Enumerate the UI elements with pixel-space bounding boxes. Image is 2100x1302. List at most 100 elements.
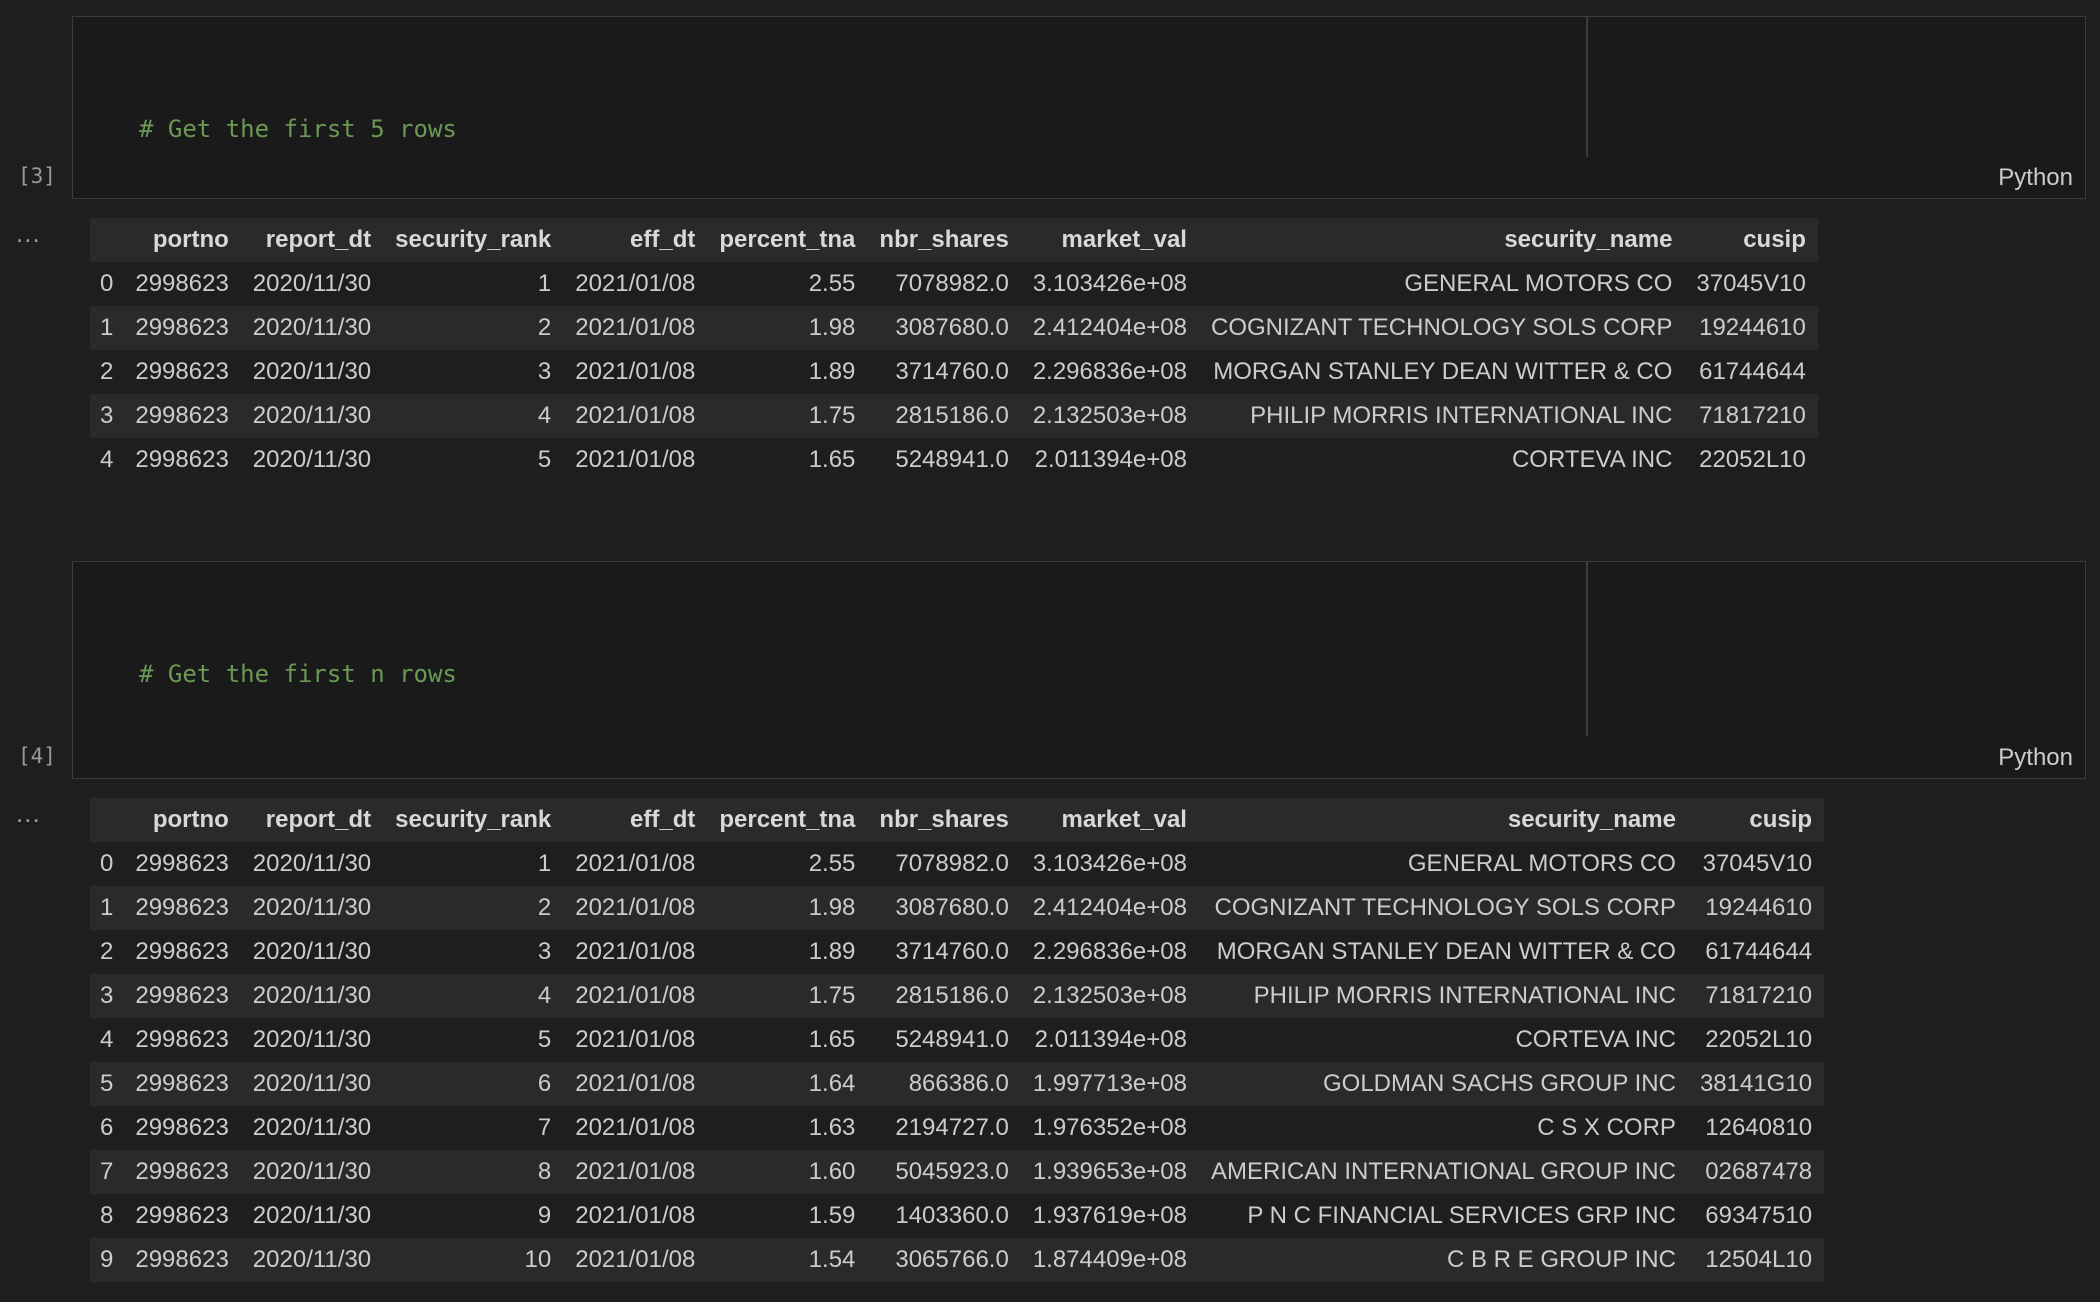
cell-security_name: PHILIP MORRIS INTERNATIONAL INC (1250, 402, 1673, 429)
cell-market_val: 2.412404e+08 (1032, 894, 1187, 921)
cell-eff_dt: 2021/01/08 (575, 1026, 696, 1053)
cell-percent_tna: 2.55 (808, 270, 856, 297)
row-index: 6 (100, 1114, 114, 1141)
cell-portno: 2998623 (135, 358, 229, 385)
table-header-row: portno report_dt security_rank eff_dt percen… (90, 798, 1825, 842)
index-header (90, 218, 123, 262)
output-more-button-2[interactable]: ... (16, 798, 41, 829)
cell-security_name: C B R E GROUP INC (1447, 1246, 1676, 1273)
cell-report_dt: 2020/11/30 (252, 314, 372, 341)
column-header-security_name: security_name (1507, 806, 1676, 833)
cell-security_rank: 2 (537, 894, 552, 921)
cell-cusip: 12504L10 (1705, 1246, 1813, 1273)
cell-market_val: 3.103426e+08 (1032, 270, 1187, 297)
cell-percent_tna: 1.65 (808, 446, 856, 473)
row-index: 4 (100, 1026, 114, 1053)
cell-security_rank: 3 (537, 938, 552, 965)
cell-security_name: AMERICAN INTERNATIONAL GROUP INC (1210, 1158, 1676, 1185)
cell-nbr_shares: 3087680.0 (895, 314, 1009, 341)
output-more-button-1[interactable]: ... (16, 218, 41, 249)
cell-security_name: MORGAN STANLEY DEAN WITTER & CO (1213, 358, 1673, 385)
cell-market_val: 1.937619e+08 (1032, 1202, 1187, 1229)
table-row: 0 2998623 2020/11/30 1 2021/01/08 2.55 7078982… (90, 262, 1818, 306)
column-header-eff_dt: eff_dt (630, 806, 696, 833)
cell-report_dt: 2020/11/30 (252, 938, 372, 965)
column-header-cusip: cusip (1749, 806, 1813, 833)
cell-security_name: COGNIZANT TECHNOLOGY SOLS CORP (1210, 314, 1673, 341)
code-cell-1[interactable]: # Get the first 5 rows df.head() Python (72, 16, 2086, 359)
cell-eff_dt: 2021/01/08 (575, 894, 696, 921)
cell-market_val: 1.976352e+08 (1032, 1114, 1187, 1141)
cell-language-label[interactable]: Python (1998, 744, 2073, 772)
cell-portno: 2998623 (135, 1070, 229, 1097)
cell-percent_tna: 1.98 (808, 314, 856, 341)
cell-cusip: 19244610 (1699, 314, 1806, 341)
row-index: 5 (100, 1070, 114, 1097)
cell-report_dt: 2020/11/30 (252, 1114, 372, 1141)
editor-divider (1586, 562, 1588, 736)
cell-cusip: 37045V10 (1702, 850, 1813, 877)
column-header-cusip: cusip (1743, 226, 1806, 253)
cell-portno: 2998623 (135, 938, 229, 965)
cell-market_val: 2.132503e+08 (1032, 402, 1187, 429)
cell-cusip: 61744644 (1705, 938, 1813, 965)
table-row: 2 2998623 2020/11/30 3 2021/01/08 1.89 3714760… (90, 350, 1818, 394)
cell-security_name: MORGAN STANLEY DEAN WITTER & CO (1216, 938, 1676, 965)
cell-nbr_shares: 5045923.0 (895, 1158, 1009, 1185)
cell-eff_dt: 2021/01/08 (575, 314, 696, 341)
cell-security_rank: 5 (537, 1026, 552, 1053)
cell-cusip: 22052L10 (1699, 446, 1806, 473)
cell-security_rank: 10 (524, 1246, 552, 1273)
cell-portno: 2998623 (135, 1158, 229, 1185)
cell-security_name: GENERAL MOTORS CO (1404, 270, 1673, 297)
table-row: 7 2998623 2020/11/30 8 2021/01/08 1.60 5045923… (90, 1150, 1825, 1194)
table-row: 8 2998623 2020/11/30 9 2021/01/08 1.59 1403360… (90, 1194, 1825, 1238)
cell-eff_dt: 2021/01/08 (575, 1070, 696, 1097)
cell-percent_tna: 1.59 (808, 1202, 856, 1229)
table-row: 3 2998623 2020/11/30 4 2021/01/08 1.75 2815186… (90, 394, 1818, 438)
table-body: 0 2998623 2020/11/30 1 2021/01/08 2.55 7078982… (90, 262, 1818, 482)
table-header-row: portno report_dt security_rank eff_dt percen… (90, 218, 1818, 262)
cell-security_name: GENERAL MOTORS CO (1407, 850, 1676, 877)
code-cell-2[interactable]: # Get the first n rows n = 10 df.head(n)… (72, 561, 2086, 1012)
cell-nbr_shares: 3714760.0 (895, 938, 1009, 965)
row-index: 0 (100, 270, 114, 297)
column-header-percent_tna: percent_tna (719, 226, 856, 253)
table-row: 3 2998623 2020/11/30 4 2021/01/08 1.75 2815186… (90, 974, 1825, 1018)
table-row: 1 2998623 2020/11/30 2 2021/01/08 1.98 3087680… (90, 306, 1818, 350)
cell-nbr_shares: 5248941.0 (895, 446, 1009, 473)
cell-nbr_shares: 2194727.0 (895, 1114, 1009, 1141)
execution-count-1: [3] (18, 164, 56, 188)
cell-security_name: CORTEVA INC (1515, 1026, 1676, 1053)
cell-security_rank: 8 (537, 1158, 552, 1185)
cell-percent_tna: 1.65 (808, 1026, 856, 1053)
column-header-security_name: security_name (1504, 226, 1673, 253)
cell-cusip: 71817210 (1705, 982, 1813, 1009)
column-header-report_dt: report_dt (265, 226, 372, 253)
cell-report_dt: 2020/11/30 (252, 1070, 372, 1097)
cell-security_rank: 4 (537, 402, 552, 429)
cell-eff_dt: 2021/01/08 (575, 1158, 696, 1185)
table-body: 0 2998623 2020/11/30 1 2021/01/08 2.55 7078982… (90, 842, 1825, 1282)
column-header-security_rank: security_rank (395, 226, 552, 253)
cell-eff_dt: 2021/01/08 (575, 358, 696, 385)
cell-security_rank: 6 (537, 1070, 552, 1097)
cell-market_val: 2.296836e+08 (1032, 938, 1187, 965)
cell-security_name: C S X CORP (1537, 1114, 1676, 1141)
row-index: 2 (100, 358, 114, 385)
cell-language-label[interactable]: Python (1998, 164, 2073, 192)
table-row: 6 2998623 2020/11/30 7 2021/01/08 1.63 2194727… (90, 1106, 1825, 1150)
cell-cusip: 22052L10 (1705, 1026, 1813, 1053)
table-row: 4 2998623 2020/11/30 5 2021/01/08 1.65 5248941… (90, 1018, 1825, 1062)
cell-security_rank: 1 (537, 850, 552, 877)
cell-market_val: 3.103426e+08 (1032, 850, 1187, 877)
cell-portno: 2998623 (135, 982, 229, 1009)
cell-portno: 2998623 (135, 1026, 229, 1053)
execution-count-2: [4] (18, 744, 56, 768)
cell-security_name: COGNIZANT TECHNOLOGY SOLS CORP (1214, 894, 1676, 921)
cell-eff_dt: 2021/01/08 (575, 938, 696, 965)
table-row: 9 2998623 2020/11/30 10 2021/01/08 1.54 306576… (90, 1238, 1825, 1282)
cell-market_val: 1.997713e+08 (1032, 1070, 1187, 1097)
cell-security_name: P N C FINANCIAL SERVICES GRP INC (1247, 1202, 1676, 1229)
cell-eff_dt: 2021/01/08 (575, 982, 696, 1009)
